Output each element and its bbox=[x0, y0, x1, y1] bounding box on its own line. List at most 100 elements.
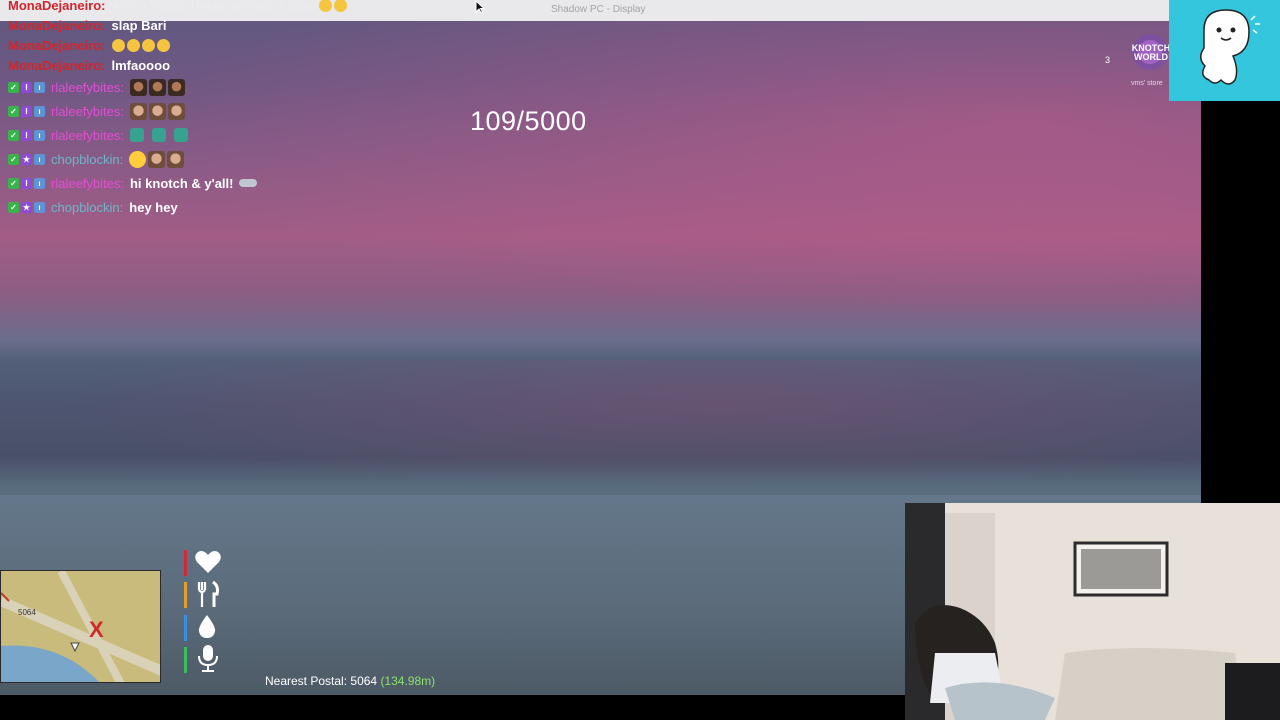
chat-username: MonaDejaneiro: bbox=[8, 57, 106, 73]
gift-badge-icon: ı bbox=[34, 129, 45, 141]
subscriber-badge-icon: I bbox=[21, 177, 32, 189]
mascot-overlay bbox=[1169, 0, 1280, 101]
chat-username: rlaleefybites: bbox=[51, 175, 124, 191]
chat-message: ✓ Iı rlaleefybites: bbox=[8, 99, 428, 123]
gift-badge-icon: ı bbox=[34, 105, 45, 117]
chat-badges: ✓ Iı bbox=[8, 81, 47, 93]
heart-icon bbox=[195, 551, 221, 573]
chat-username: chopblockin: bbox=[51, 151, 124, 167]
face-emote-icon bbox=[148, 150, 166, 168]
window-title: Shadow PC - Display bbox=[551, 4, 646, 15]
face-emote-icon bbox=[129, 78, 147, 96]
checkmark-badge-icon: ✓ bbox=[8, 81, 19, 93]
face-emote-icon bbox=[148, 102, 166, 120]
chat-username: rlaleefybites: bbox=[51, 79, 124, 95]
chat-emotes bbox=[318, 0, 349, 12]
chat-badges: ✓ ★ ı bbox=[8, 201, 47, 213]
checkmark-badge-icon: ✓ bbox=[8, 129, 19, 141]
hunger-bar bbox=[184, 582, 187, 608]
chat-emotes bbox=[129, 150, 186, 168]
fork-knife-icon bbox=[197, 580, 219, 607]
gift-badge-icon: ı bbox=[34, 177, 45, 189]
chat-username: MonaDejaneiro: bbox=[8, 37, 106, 53]
laughing-emoji-icon bbox=[156, 38, 170, 52]
chat-message: ✓ Iı rlaleefybites: bbox=[8, 75, 428, 99]
chat-message: MonaDejaneiro: slap Bari bbox=[8, 15, 428, 35]
webcam-image bbox=[905, 503, 1280, 720]
minimap-postal: 5064 bbox=[18, 608, 36, 617]
player-status bbox=[184, 547, 229, 675]
gift-badge-icon: ı bbox=[34, 201, 45, 213]
ghost-mascot-icon bbox=[1200, 9, 1260, 85]
sea-reflection bbox=[0, 360, 1201, 500]
chat-badges: ✓ Iı bbox=[8, 177, 47, 189]
checkmark-badge-icon: ✓ bbox=[8, 153, 19, 165]
laughing-emoji-icon bbox=[333, 0, 347, 12]
teal-emote-icon bbox=[129, 128, 144, 142]
teal-emote-icon bbox=[151, 128, 166, 142]
checkmark-badge-icon: ✓ bbox=[8, 105, 19, 117]
subscriber-badge-icon: I bbox=[21, 105, 32, 117]
chat-text: hi knotch & y'all! bbox=[129, 175, 234, 191]
postal-label: Nearest Postal: bbox=[265, 674, 348, 688]
stream-chat: MonaDejaneiro: Ain't a Waffle House witho… bbox=[8, 0, 428, 219]
star-badge-icon: ★ bbox=[21, 201, 32, 213]
webcam-feed bbox=[905, 503, 1280, 720]
face-emote-icon bbox=[167, 150, 185, 168]
chat-message: MonaDejaneiro: lmfaoooo bbox=[8, 55, 428, 75]
chat-username: MonaDejaneiro: bbox=[8, 0, 106, 13]
waypoint-marker-icon: X bbox=[89, 617, 104, 642]
bottom-margin bbox=[0, 695, 905, 720]
logo-text: KNOTCH WORLD bbox=[1131, 43, 1171, 62]
nearest-postal: Nearest Postal: 5064 (134.98m) bbox=[265, 674, 435, 688]
face-emote-icon bbox=[129, 102, 147, 120]
chat-message: ✓ Iı rlaleefybites: bbox=[8, 123, 428, 147]
chat-text: slap Bari bbox=[111, 17, 167, 33]
gift-badge-icon: ı bbox=[34, 81, 45, 93]
chat-badges: ✓ Iı bbox=[8, 129, 47, 141]
chat-username: rlaleefybites: bbox=[51, 127, 124, 143]
heart-eyes-emoji-icon bbox=[129, 150, 147, 168]
chat-username: MonaDejaneiro: bbox=[8, 17, 106, 33]
chat-badges: ✓ Iı bbox=[8, 105, 47, 117]
chat-text: Ain't a Waffle House without a brawl bbox=[111, 0, 319, 13]
health-bar bbox=[184, 550, 187, 576]
mouse-cursor-icon bbox=[475, 0, 485, 14]
chat-emotes bbox=[129, 78, 187, 96]
chat-message: MonaDejaneiro: bbox=[8, 35, 428, 55]
checkmark-badge-icon: ✓ bbox=[8, 177, 19, 189]
postal-distance: (134.98m) bbox=[380, 674, 436, 688]
chat-message: ✓ Iı rlaleefybites: hi knotch & y'all! bbox=[8, 171, 428, 195]
face-emote-icon bbox=[148, 78, 166, 96]
laughing-emoji-icon bbox=[318, 0, 332, 12]
chat-emotes bbox=[129, 102, 187, 120]
face-emote-icon bbox=[167, 78, 185, 96]
chat-emotes bbox=[111, 38, 172, 52]
face-emote-icon bbox=[167, 102, 185, 120]
chat-text: lmfaoooo bbox=[111, 57, 171, 73]
postal-code: 5064 bbox=[350, 674, 378, 688]
checkmark-badge-icon: ✓ bbox=[8, 201, 19, 213]
chat-text: hey hey bbox=[129, 199, 178, 215]
subscriber-badge-icon: I bbox=[21, 81, 32, 93]
chat-username: rlaleefybites: bbox=[51, 103, 124, 119]
chat-message: MonaDejaneiro: Ain't a Waffle House witho… bbox=[8, 0, 428, 15]
chat-message: ✓ ★ ı chopblockin: hey hey bbox=[8, 195, 428, 219]
laughing-emoji-icon bbox=[141, 38, 155, 52]
chat-username: chopblockin: bbox=[51, 199, 124, 215]
minimap-roads: X bbox=[1, 571, 160, 682]
subscriber-badge-icon: I bbox=[21, 129, 32, 141]
gift-badge-icon: ı bbox=[34, 153, 45, 165]
microphone-icon bbox=[198, 645, 218, 672]
star-badge-icon: ★ bbox=[21, 153, 32, 165]
thirst-bar bbox=[184, 615, 187, 641]
chat-emotes bbox=[129, 128, 190, 142]
laughing-emoji-icon bbox=[126, 38, 140, 52]
chat-emotes bbox=[239, 179, 259, 187]
chat-message: ✓ ★ ı chopblockin: bbox=[8, 147, 428, 171]
water-drop-icon bbox=[198, 615, 216, 638]
car-emote-icon bbox=[239, 179, 258, 187]
logo-subtitle: vms' store bbox=[1131, 80, 1163, 87]
minimap: X 5064 bbox=[0, 570, 161, 683]
logo-count: 3 bbox=[1105, 55, 1111, 65]
